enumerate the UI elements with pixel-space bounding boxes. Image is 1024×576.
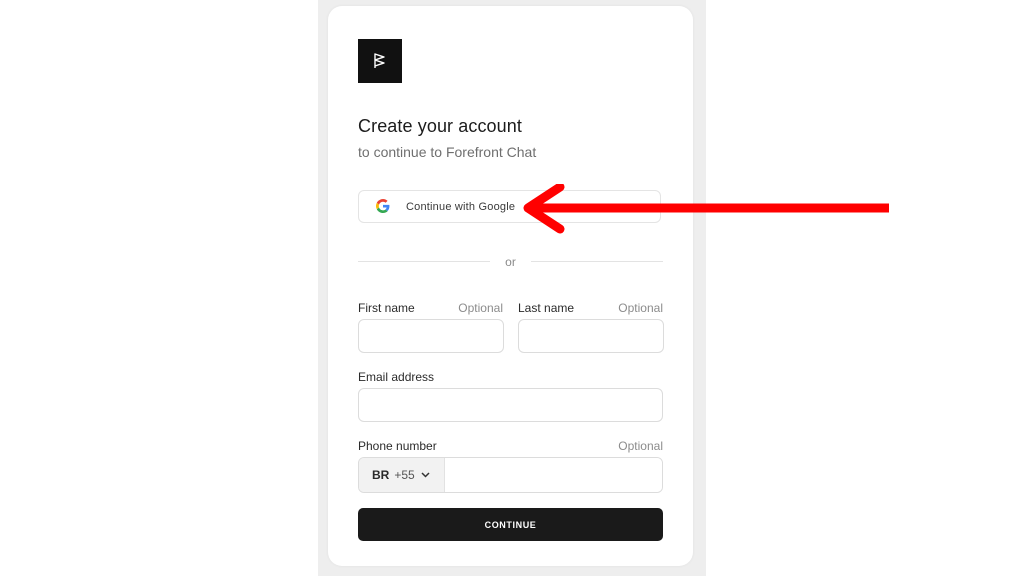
annotation-arrow (523, 184, 889, 234)
first-name-field[interactable] (358, 319, 504, 353)
chevron-down-icon (421, 472, 430, 478)
email-label: Email address (358, 370, 435, 384)
first-name-label: First name (358, 301, 415, 315)
divider-text: or (505, 255, 516, 269)
page-title: Create your account (358, 116, 522, 136)
google-g-icon (376, 198, 392, 215)
forefront-logo-icon (374, 53, 385, 68)
divider-line-right (531, 261, 663, 262)
phone-optional: Optional (618, 439, 663, 453)
last-name-field[interactable] (518, 319, 664, 353)
signup-card: Create your account to continue to Foref… (328, 6, 693, 566)
country-code-select[interactable]: BR +55 (359, 458, 445, 492)
page-subtitle: to continue to Forefront Chat (358, 144, 537, 160)
dial-code: +55 (394, 468, 415, 482)
first-name-optional: Optional (458, 301, 503, 315)
or-divider: or (358, 255, 663, 269)
google-signin-label: Continue with Google (406, 200, 516, 213)
email-field[interactable] (358, 388, 663, 422)
forefront-logo (358, 39, 402, 83)
phone-label: Phone number (358, 439, 437, 453)
last-name-label: Last name (518, 301, 575, 315)
last-name-optional: Optional (618, 301, 663, 315)
continue-button[interactable]: CONTINUE (358, 508, 663, 541)
phone-field-group: BR +55 (358, 457, 663, 493)
phone-number-field[interactable] (445, 458, 662, 492)
country-code: BR (372, 468, 390, 482)
